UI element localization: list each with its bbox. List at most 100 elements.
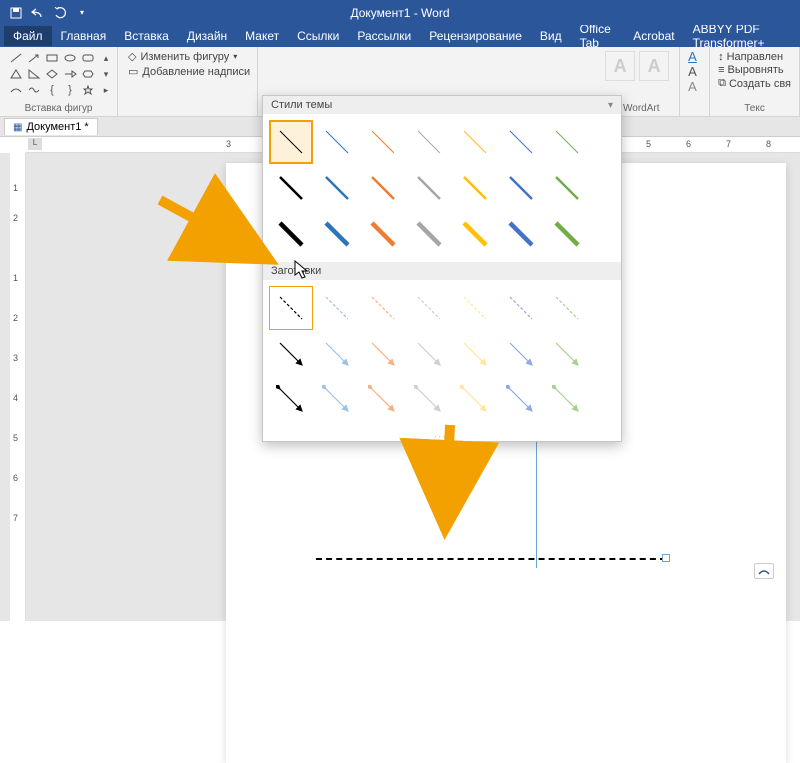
dashed-line-shape[interactable] (316, 558, 666, 560)
preset-style-cell[interactable] (407, 332, 451, 376)
word-doc-icon: ▦ (13, 122, 22, 133)
preset-style-cell[interactable] (453, 378, 497, 422)
shape-hex-icon[interactable] (80, 67, 96, 81)
theme-style-cell[interactable] (315, 212, 359, 256)
shape-oval-icon[interactable] (62, 51, 78, 65)
theme-style-cell[interactable] (453, 120, 497, 164)
wordart-style-1[interactable]: A (605, 51, 635, 81)
shape-curve-icon[interactable] (26, 83, 42, 97)
shapes-gallery[interactable]: ▴ ▾ { } ▸ (6, 49, 111, 99)
theme-style-cell[interactable] (315, 166, 359, 210)
redo-icon[interactable] (52, 5, 68, 21)
preset-style-cell[interactable] (361, 332, 405, 376)
preset-style-cell[interactable] (361, 286, 405, 330)
theme-style-cell[interactable] (407, 120, 451, 164)
wordart-style-2[interactable]: A (639, 51, 669, 81)
text-effects-icon[interactable]: A (688, 79, 701, 94)
vertical-ruler[interactable]: 1 2 1 2 3 4 5 6 7 (10, 153, 26, 621)
theme-style-cell[interactable] (361, 166, 405, 210)
preset-style-cell[interactable] (545, 378, 589, 422)
shape-arrow2-icon[interactable] (62, 67, 78, 81)
preset-style-cell[interactable] (407, 378, 451, 422)
menu-file[interactable]: Файл (4, 26, 52, 46)
shape-line-icon[interactable] (8, 51, 24, 65)
theme-style-cell[interactable] (361, 212, 405, 256)
theme-style-cell[interactable] (545, 212, 589, 256)
shape-more2-icon[interactable]: ▾ (98, 67, 114, 81)
preset-style-cell[interactable] (315, 286, 359, 330)
qat-dropdown-icon[interactable]: ▾ (74, 5, 90, 21)
edit-shape-button[interactable]: ◇Изменить фигуру▾ (124, 49, 251, 64)
document-tab[interactable]: ▦ Документ1 * (4, 118, 98, 135)
menu-view[interactable]: Вид (531, 26, 571, 46)
theme-style-cell[interactable] (407, 212, 451, 256)
layout-options-button[interactable] (754, 563, 774, 579)
resize-handle[interactable] (662, 554, 670, 562)
save-icon[interactable] (8, 5, 24, 21)
create-link-label: Создать свя (729, 78, 791, 90)
preset-style-cell[interactable] (499, 378, 543, 422)
shape-roundrect-icon[interactable] (80, 51, 96, 65)
shape-brace-l-icon[interactable]: { (44, 83, 60, 97)
menu-acrobat[interactable]: Acrobat (624, 26, 683, 46)
menu-references[interactable]: Ссылки (288, 26, 348, 46)
preset-style-cell[interactable] (453, 332, 497, 376)
ruler-tick: 2 (13, 213, 18, 223)
theme-style-cell[interactable] (499, 166, 543, 210)
window-title: Документ1 - Word (350, 6, 449, 20)
menu-mailings[interactable]: Рассылки (348, 26, 420, 46)
ruler-tick: 1 (13, 273, 18, 283)
menu-home[interactable]: Главная (52, 26, 116, 46)
preset-style-cell[interactable] (545, 332, 589, 376)
theme-style-cell[interactable] (545, 120, 589, 164)
theme-style-cell[interactable] (315, 120, 359, 164)
shape-rtriangle-icon[interactable] (26, 67, 42, 81)
preset-style-cell[interactable] (269, 378, 313, 422)
preset-style-cell[interactable] (453, 286, 497, 330)
preset-style-cell[interactable] (315, 378, 359, 422)
preset-style-cell[interactable] (269, 332, 313, 376)
ruler-corner: L (28, 138, 42, 150)
theme-style-cell[interactable] (361, 120, 405, 164)
theme-style-cell[interactable] (407, 166, 451, 210)
theme-style-cell[interactable] (269, 120, 313, 164)
shape-triangle-icon[interactable] (8, 67, 24, 81)
ruler-tick: 1 (13, 183, 18, 193)
add-text-button[interactable]: ▭Добавление надписи (124, 64, 251, 79)
shape-connector-icon[interactable] (8, 83, 24, 97)
shape-diamond-icon[interactable] (44, 67, 60, 81)
preset-style-cell[interactable] (407, 286, 451, 330)
theme-style-cell[interactable] (453, 212, 497, 256)
shape-brace-r-icon[interactable]: } (62, 83, 78, 97)
preset-style-cell[interactable] (315, 332, 359, 376)
theme-style-cell[interactable] (545, 166, 589, 210)
menu-layout[interactable]: Макет (236, 26, 288, 46)
shape-rect-icon[interactable] (44, 51, 60, 65)
shape-more-icon[interactable]: ▴ (98, 51, 114, 65)
align-icon: ≡ (718, 64, 724, 76)
theme-style-cell[interactable] (499, 212, 543, 256)
link-icon: ⧉ (718, 77, 726, 90)
shape-arrow-icon[interactable] (26, 51, 42, 65)
menu-design[interactable]: Дизайн (178, 26, 236, 46)
create-link-button[interactable]: ⧉Создать свя (718, 77, 791, 90)
ruler-tick: 6 (13, 473, 18, 483)
preset-style-cell[interactable] (545, 286, 589, 330)
theme-style-cell[interactable] (453, 166, 497, 210)
preset-style-cell[interactable] (361, 378, 405, 422)
shape-expand-icon[interactable]: ▸ (98, 83, 114, 97)
preset-style-cell[interactable] (269, 286, 313, 330)
align-text-button[interactable]: ≡Выровнять (718, 64, 791, 76)
menu-review[interactable]: Рецензирование (420, 26, 531, 46)
text-fill-icon[interactable]: A (688, 49, 701, 64)
preset-style-cell[interactable] (499, 332, 543, 376)
menu-insert[interactable]: Вставка (115, 26, 178, 46)
preset-style-cell[interactable] (499, 286, 543, 330)
layout-options-icon (758, 566, 770, 576)
text-outline-icon[interactable]: A (688, 64, 701, 79)
popup-dropdown-icon[interactable]: ▾ (608, 100, 613, 111)
undo-icon[interactable] (30, 5, 46, 21)
theme-style-cell[interactable] (499, 120, 543, 164)
shape-star-icon[interactable] (80, 83, 96, 97)
text-direction-button[interactable]: ↕Направлен (718, 51, 791, 63)
